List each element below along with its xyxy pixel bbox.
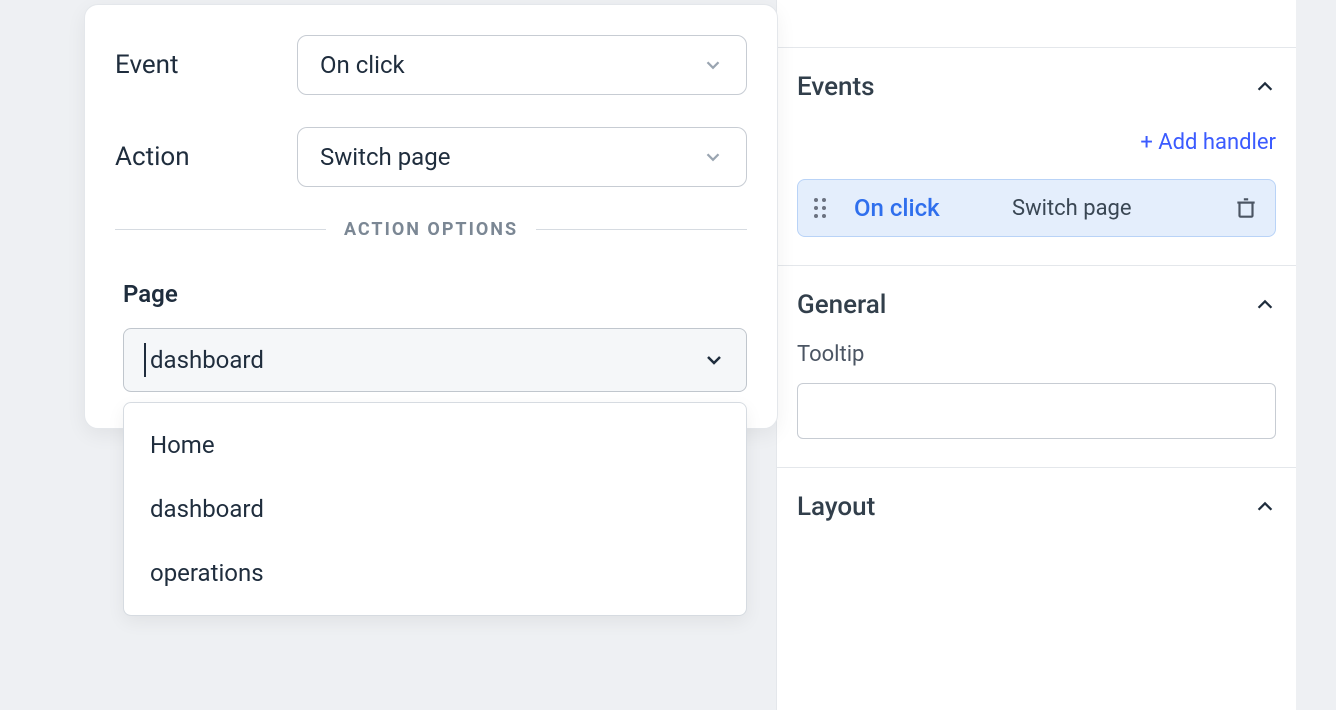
- delete-handler-button[interactable]: [1233, 195, 1259, 221]
- event-label: Event: [115, 50, 265, 80]
- action-select-value: Switch page: [320, 143, 450, 171]
- drag-handle-icon[interactable]: [814, 197, 836, 219]
- action-options-divider: ACTION OPTIONS: [115, 219, 747, 240]
- page-select-value: dashboard: [150, 346, 264, 374]
- inspector-prev-section-edge: [777, 0, 1296, 48]
- event-select-value: On click: [320, 51, 405, 79]
- text-cursor: [144, 343, 146, 377]
- event-handler-row[interactable]: On click Switch page: [797, 179, 1276, 237]
- event-editor-popover: Event On click Action Switch page ACTION…: [84, 4, 778, 429]
- chevron-down-icon: [702, 54, 724, 76]
- action-label: Action: [115, 142, 265, 172]
- events-title: Events: [797, 72, 875, 102]
- chevron-down-icon: [702, 146, 724, 168]
- action-select[interactable]: Switch page: [297, 127, 747, 187]
- handler-event-label: On click: [854, 194, 994, 222]
- page-option[interactable]: operations: [124, 541, 746, 605]
- chevron-up-icon[interactable]: [1254, 496, 1276, 518]
- events-section: Events + Add handler On click Switch pag…: [777, 48, 1296, 266]
- event-select[interactable]: On click: [297, 35, 747, 95]
- page-label: Page: [123, 280, 747, 308]
- page-option[interactable]: dashboard: [124, 477, 746, 541]
- general-section: General Tooltip: [777, 266, 1296, 468]
- action-options-label: ACTION OPTIONS: [344, 219, 518, 240]
- layout-title: Layout: [797, 492, 875, 522]
- page-dropdown-list: Home dashboard operations: [123, 402, 747, 616]
- chevron-up-icon[interactable]: [1254, 294, 1276, 316]
- inspector-panel: Events + Add handler On click Switch pag…: [776, 0, 1296, 710]
- general-title: General: [797, 290, 886, 320]
- page-select[interactable]: dashboard: [123, 328, 747, 392]
- page-option[interactable]: Home: [124, 413, 746, 477]
- chevron-up-icon[interactable]: [1254, 76, 1276, 98]
- layout-section: Layout: [777, 468, 1296, 522]
- chevron-down-icon: [702, 348, 726, 372]
- handler-action-label: Switch page: [1012, 196, 1215, 221]
- add-handler-button[interactable]: + Add handler: [1140, 130, 1276, 155]
- tooltip-input[interactable]: [797, 383, 1276, 439]
- tooltip-label: Tooltip: [797, 342, 1276, 367]
